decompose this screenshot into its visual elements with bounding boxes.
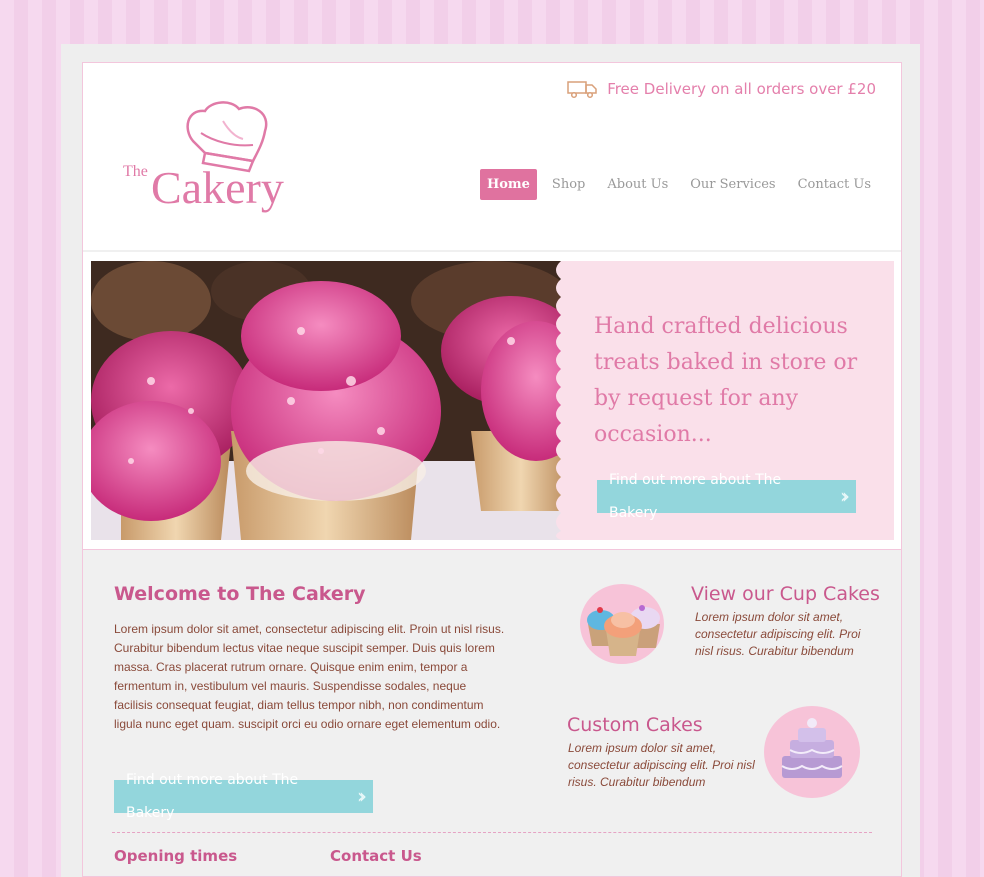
feature-custom-cakes: Custom Cakes Lorem ipsum dolor sit amet,… bbox=[567, 714, 757, 791]
site-logo[interactable]: The Cakery bbox=[121, 101, 301, 219]
feature-custom-cakes-text: Lorem ipsum dolor sit amet, consectetur … bbox=[568, 741, 755, 789]
nav-contact-us[interactable]: Contact Us bbox=[791, 169, 878, 200]
feature-custom-cakes-title[interactable]: Custom Cakes bbox=[567, 714, 757, 736]
nav-home[interactable]: Home bbox=[479, 169, 537, 200]
wedding-cake-icon bbox=[781, 718, 843, 778]
nav-our-services[interactable]: Our Services bbox=[683, 169, 782, 200]
main-navigation: Home Shop About Us Our Services Contact … bbox=[472, 169, 878, 200]
nav-about-us[interactable]: About Us bbox=[600, 169, 675, 200]
feature-cupcakes: View our Cup Cakes Lorem ipsum dolor sit… bbox=[691, 583, 881, 660]
hero-headline: Hand crafted delicious treats baked in s… bbox=[594, 314, 858, 447]
cupcakes-thumbnail[interactable] bbox=[580, 584, 664, 664]
welcome-find-out-more-button[interactable]: Find out more about The Bakery ›› bbox=[114, 772, 373, 821]
feature-cupcakes-text: Lorem ipsum dolor sit amet, consectetur … bbox=[695, 610, 861, 658]
feature-cupcakes-title[interactable]: View our Cup Cakes bbox=[691, 583, 881, 605]
site-header: Free Delivery on all orders over £20 The… bbox=[83, 63, 901, 252]
double-chevron-right-icon: ›› bbox=[840, 484, 850, 508]
nav-shop[interactable]: Shop bbox=[545, 169, 592, 200]
opening-times-heading: Opening times bbox=[114, 847, 238, 865]
page-container: Free Delivery on all orders over £20 The… bbox=[82, 62, 902, 877]
section-divider bbox=[112, 832, 872, 833]
welcome-body-text: Lorem ipsum dolor sit amet, consectetur … bbox=[114, 622, 505, 731]
double-chevron-right-icon: ›› bbox=[357, 784, 367, 808]
logo-the-text: The bbox=[123, 163, 148, 180]
delivery-text: Free Delivery on all orders over £20 bbox=[607, 80, 876, 98]
scallop-edge bbox=[556, 261, 571, 540]
hero-text-panel: Hand crafted delicious treats baked in s… bbox=[556, 261, 894, 540]
contact-us-heading: Contact Us bbox=[330, 847, 422, 865]
hero-banner: Hand crafted delicious treats baked in s… bbox=[83, 252, 901, 550]
delivery-truck-icon bbox=[567, 81, 597, 99]
welcome-button-label: Find out more about The Bakery bbox=[126, 771, 299, 821]
custom-cakes-thumbnail[interactable] bbox=[764, 706, 860, 798]
logo-name-text: Cakery bbox=[151, 162, 284, 213]
cupcakes-hero-image bbox=[91, 261, 571, 540]
free-delivery-notice: Free Delivery on all orders over £20 bbox=[567, 79, 876, 99]
welcome-title: Welcome to The Cakery bbox=[114, 583, 366, 605]
hero-find-out-more-button[interactable]: Find out more about The Bakery ›› bbox=[597, 472, 856, 521]
hero-button-label: Find out more about The Bakery bbox=[609, 471, 782, 521]
cupcakes-icon bbox=[587, 605, 660, 656]
